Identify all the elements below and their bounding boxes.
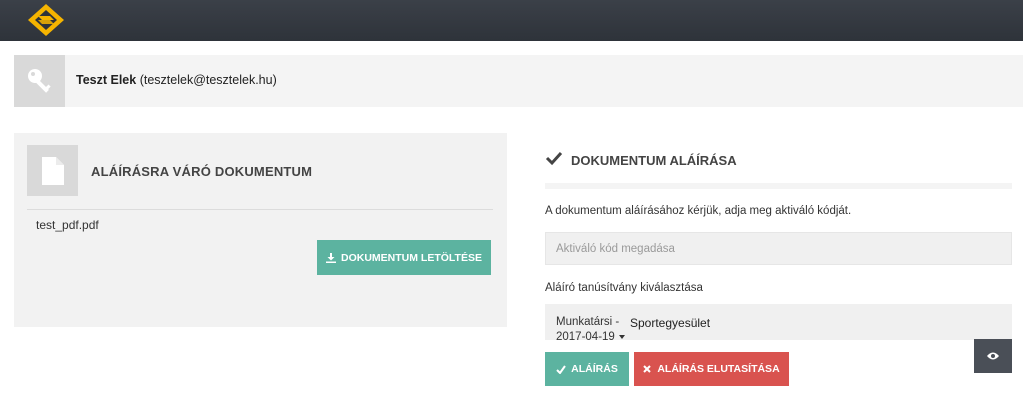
preview-button[interactable] bbox=[974, 339, 1012, 373]
key-icon bbox=[27, 69, 51, 93]
reject-signing-button[interactable]: ALÁÍRÁS ELUTASÍTÁSA bbox=[634, 352, 789, 386]
certificate-select-label: Aláíró tanúsítvány kiválasztása bbox=[545, 282, 703, 294]
user-name: Teszt Elek bbox=[76, 73, 137, 87]
top-navbar bbox=[0, 0, 1023, 41]
diamond-logo-icon[interactable] bbox=[26, 2, 66, 38]
sign-panel-title: DOKUMENTUM ALÁÍRÁSA bbox=[571, 153, 737, 168]
certificate-select[interactable]: Munkatársi - 2017-04-19 Sportegyesület bbox=[545, 304, 1012, 343]
document-icon bbox=[41, 156, 64, 185]
caret-down-icon bbox=[618, 334, 625, 339]
user-identity: Teszt Elek (tesztelek@tesztelek.hu) bbox=[76, 73, 277, 87]
divider bbox=[27, 209, 493, 210]
certificate-type: Munkatársi - bbox=[556, 316, 620, 328]
certificate-date: 2017-04-19 bbox=[556, 331, 615, 343]
download-document-button[interactable]: DOKUMENTUM LETÖLTÉSE bbox=[317, 240, 491, 275]
certificate-organization: Sportegyesület bbox=[630, 316, 711, 330]
user-icon-box bbox=[14, 55, 65, 107]
user-info-bar: Teszt Elek (tesztelek@tesztelek.hu) bbox=[14, 55, 1023, 107]
document-panel-title: ALÁÍRÁSRA VÁRÓ DOKUMENTUM bbox=[91, 164, 313, 179]
close-icon bbox=[643, 365, 652, 373]
user-email: (tesztelek@tesztelek.hu) bbox=[139, 73, 277, 87]
eye-icon bbox=[987, 352, 999, 360]
checkmark-icon bbox=[545, 151, 563, 166]
check-icon bbox=[556, 364, 566, 374]
sign-button-label: ALÁÍRÁS bbox=[571, 363, 618, 375]
certificate-selected-value: Munkatársi - 2017-04-19 bbox=[556, 315, 625, 345]
sign-instructions: A dokumentum aláírásához kérjük, adja me… bbox=[545, 205, 852, 217]
download-button-label: DOKUMENTUM LETÖLTÉSE bbox=[341, 251, 482, 264]
activation-code-input[interactable] bbox=[545, 232, 1012, 265]
document-panel: ALÁÍRÁSRA VÁRÓ DOKUMENTUM test_pdf.pdf D… bbox=[14, 133, 507, 327]
download-icon bbox=[326, 252, 337, 263]
document-filename: test_pdf.pdf bbox=[36, 218, 99, 232]
document-icon-box bbox=[27, 145, 78, 196]
reject-button-label: ALÁÍRÁS ELUTASÍTÁSA bbox=[657, 363, 780, 375]
sign-button[interactable]: ALÁÍRÁS bbox=[545, 352, 629, 386]
divider bbox=[545, 183, 1012, 189]
